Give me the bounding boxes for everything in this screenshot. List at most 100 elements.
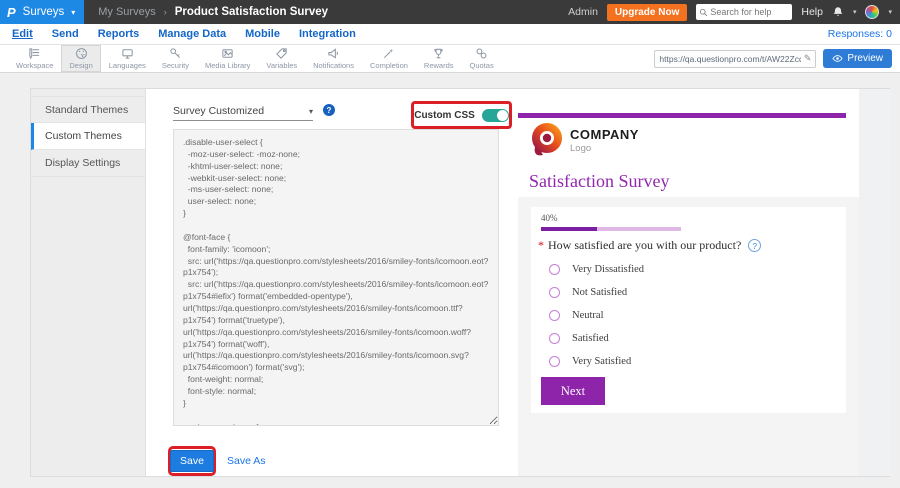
toolbar-item-media-library[interactable]: Media Library <box>197 45 258 72</box>
option-very-dissatisfied[interactable]: Very Dissatisfied <box>549 264 644 275</box>
tab-manage-data[interactable]: Manage Data <box>158 28 226 40</box>
tab-edit[interactable]: Edit <box>12 28 33 40</box>
toolbar-right: ✎ Preview <box>654 49 900 68</box>
option-not-satisfied[interactable]: Not Satisfied <box>549 287 627 298</box>
megaphone-icon <box>327 47 340 60</box>
design-toolbar: Workspace Design Languages Security Medi… <box>0 45 900 73</box>
option-label: Not Satisfied <box>572 287 627 298</box>
option-satisfied[interactable]: Satisfied <box>549 333 609 344</box>
app-screen: P Surveys ▾ My Surveys › Product Satisfa… <box>0 0 900 488</box>
preview-button-label: Preview <box>847 53 883 64</box>
tab-integration[interactable]: Integration <box>299 28 356 40</box>
question-row: * How satisfied are you with our product… <box>538 238 761 253</box>
question-text: How satisfied are you with our product? <box>548 238 741 253</box>
sidenav-item-standard-themes[interactable]: Standard Themes <box>31 96 145 123</box>
toolbar-item-workspace[interactable]: Workspace <box>8 45 61 72</box>
bell-icon[interactable] <box>832 6 844 18</box>
chevron-down-icon[interactable]: ▾ <box>888 8 892 16</box>
breadcrumb-separator-icon: › <box>164 7 167 17</box>
toolbar-item-rewards[interactable]: Rewards <box>416 45 462 72</box>
tab-reports[interactable]: Reports <box>98 28 140 40</box>
toolbar-label: Design <box>69 61 92 70</box>
radio-icon[interactable] <box>549 356 560 367</box>
upgrade-now-button[interactable]: Upgrade Now <box>607 4 687 21</box>
radio-icon[interactable] <box>549 333 560 344</box>
toolbar-item-notifications[interactable]: Notifications <box>305 45 362 72</box>
toolbar-label: Languages <box>109 61 146 70</box>
question-card: 40% * How satisfied are you with our pro… <box>531 207 846 413</box>
progress-fill <box>541 227 597 231</box>
toolbar-item-languages[interactable]: Languages <box>101 45 154 72</box>
save-button[interactable]: Save <box>170 450 214 472</box>
toolbar-item-variables[interactable]: Variables <box>258 45 305 72</box>
custom-css-label: Custom CSS <box>414 110 475 121</box>
chevron-down-icon: ▾ <box>71 8 75 17</box>
toolbar-label: Security <box>162 61 189 70</box>
toolbar-label: Media Library <box>205 61 250 70</box>
theme-select[interactable]: Survey Customized ▾ <box>173 105 313 121</box>
toolbar-label: Workspace <box>16 61 53 70</box>
tab-mobile[interactable]: Mobile <box>245 28 280 40</box>
survey-title: Satisfaction Survey <box>529 171 669 192</box>
key-icon <box>169 47 182 60</box>
breadcrumb-parent[interactable]: My Surveys <box>98 6 155 18</box>
theme-help-icon[interactable]: ? <box>323 104 335 116</box>
toolbar-item-design[interactable]: Design <box>61 45 100 72</box>
toolbar-label: Completion <box>370 61 408 70</box>
admin-link[interactable]: Admin <box>568 6 598 18</box>
option-very-satisfied[interactable]: Very Satisfied <box>549 356 631 367</box>
radio-icon[interactable] <box>549 287 560 298</box>
next-button[interactable]: Next <box>541 377 605 405</box>
radio-icon[interactable] <box>549 264 560 275</box>
avatar[interactable] <box>865 5 879 19</box>
custom-css-toggle[interactable] <box>482 109 509 122</box>
option-label: Satisfied <box>572 333 609 344</box>
option-label: Very Satisfied <box>572 356 631 367</box>
chevron-down-icon: ▾ <box>309 107 313 116</box>
preview-button[interactable]: Preview <box>823 49 892 68</box>
surveys-menu-label: Surveys <box>23 6 65 18</box>
help-search-box[interactable] <box>696 4 792 20</box>
company-logo-text: COMPANY Logo <box>570 128 639 153</box>
company-subtitle: Logo <box>570 143 639 154</box>
questionpro-logo-icon: P <box>7 5 16 20</box>
design-panel: Standard Themes Custom Themes Display Se… <box>30 88 890 477</box>
toggle-knob <box>497 110 508 121</box>
tab-send[interactable]: Send <box>52 28 79 40</box>
toolbar-label: Variables <box>266 61 297 70</box>
breadcrumb-current: Product Satisfaction Survey <box>175 6 328 18</box>
responses-count[interactable]: Responses: 0 <box>828 28 892 40</box>
tag-icon <box>275 47 288 60</box>
palette-icon <box>75 47 88 60</box>
chevron-down-icon[interactable]: ▾ <box>853 8 857 16</box>
edit-pencil-icon[interactable]: ✎ <box>804 53 812 64</box>
help-link[interactable]: Help <box>801 6 823 18</box>
sidenav-item-display-settings[interactable]: Display Settings <box>31 150 145 177</box>
toolbar-label: Notifications <box>313 61 354 70</box>
survey-header-bar <box>518 113 846 118</box>
trophy-icon <box>432 47 445 60</box>
help-search-input[interactable] <box>710 7 788 17</box>
company-logo: COMPANY Logo <box>530 122 639 160</box>
survey-url-input[interactable] <box>659 54 800 64</box>
save-annotation-box: Save <box>168 446 216 476</box>
radio-icon[interactable] <box>549 310 560 321</box>
links-icon <box>475 47 488 60</box>
survey-page: COMPANY Logo Satisfaction Survey 40% * H… <box>518 89 859 476</box>
surveys-menu[interactable]: P Surveys ▾ <box>0 0 84 24</box>
progress-bar <box>541 227 681 231</box>
save-as-link[interactable]: Save As <box>227 455 266 467</box>
toolbar-item-completion[interactable]: Completion <box>362 45 416 72</box>
image-icon <box>221 47 234 60</box>
toolbar-item-quotas[interactable]: Quotas <box>462 45 502 72</box>
option-neutral[interactable]: Neutral <box>549 310 604 321</box>
preview-scrollbar-gutter[interactable] <box>859 89 891 476</box>
survey-body: 40% * How satisfied are you with our pro… <box>518 197 859 476</box>
sidenav-item-custom-themes[interactable]: Custom Themes <box>31 123 145 150</box>
option-label: Neutral <box>572 310 604 321</box>
toolbar-label: Rewards <box>424 61 454 70</box>
workspace-icon <box>28 47 41 60</box>
question-help-icon[interactable]: ? <box>748 239 761 252</box>
custom-css-editor[interactable]: .disable-user-select { -moz-user-select:… <box>173 129 499 426</box>
toolbar-item-security[interactable]: Security <box>154 45 197 72</box>
